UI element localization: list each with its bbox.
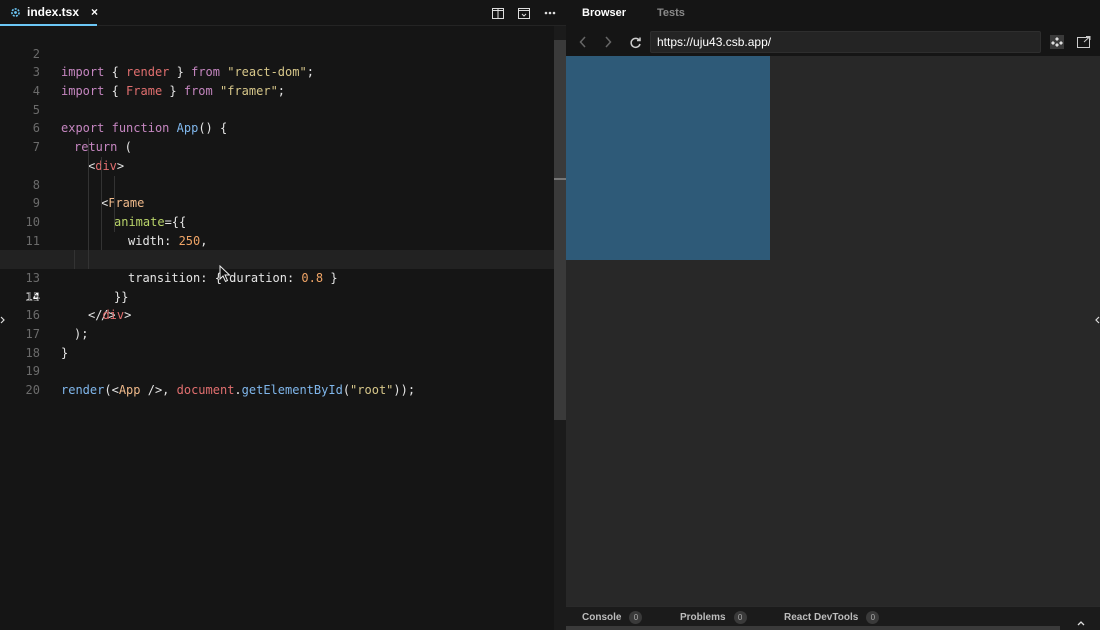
back-arrow-icon[interactable] [575,34,591,50]
code-line: 12 transition: { duration: 0.8 } [0,212,554,285]
chevron-left-icon[interactable] [1094,310,1100,324]
code-line: 8 <Frame [0,138,554,210]
code-editor: index.tsx × 2 import { render } from "re… [0,0,566,630]
tab-label: index.tsx [27,5,80,19]
devtools-scrollbar[interactable] [566,626,1060,630]
code-line: 16 ); [0,288,554,341]
code-line: 6 return ( [0,101,554,154]
browser-nav-bar: https://uju43.csb.app/ [566,28,1100,56]
split-editor-icon[interactable] [490,5,506,21]
code-line: 4 [0,63,554,98]
code-line: 3 import { Frame } from "framer"; [0,45,554,98]
code-line: 20 [0,362,554,397]
animated-frame-box [566,56,770,260]
browser-preview-pane: Browser Tests https://uju43.csb.app/ Con… [566,0,1100,630]
code-line: 7 <div> [0,119,554,173]
code-text: render(<App />, document.getElementById(… [61,383,416,398]
code-line: 15 </div> [0,269,554,323]
editor-scrollbar-thumb[interactable] [554,40,566,420]
code-line: 17 } [0,306,554,360]
code-line: 19 render(<App />, document.getElementBy… [0,344,554,397]
tab-tests[interactable]: Tests [657,7,685,19]
code-line: 10 width: 250, [0,175,554,248]
mouse-pointer-icon [219,264,231,283]
count-badge: 0 [733,611,747,624]
code-line: 2 import { render } from "react-dom"; [0,26,554,80]
more-icon[interactable] [542,5,558,21]
code-line: 11 height: 250, [0,194,554,266]
editor-tab-bar: index.tsx × [0,0,566,26]
open-preview-icon[interactable] [516,5,532,21]
code-line: 13 }} [0,231,554,304]
tab-browser[interactable]: Browser [582,7,626,19]
preview-viewport[interactable] [566,56,1100,606]
chevron-right-icon[interactable] [0,310,6,324]
react-devtools-tab[interactable]: React DevTools 0 [784,611,880,624]
scrollbar-cursor-marker [554,178,566,180]
line-number: 20 [25,383,40,398]
problems-tab[interactable]: Problems 0 [680,611,747,624]
tab-index-tsx[interactable]: index.tsx × [0,0,98,26]
close-icon[interactable]: × [91,5,98,19]
open-external-icon[interactable] [1076,34,1092,50]
chevron-up-icon[interactable] [1076,613,1086,626]
count-badge: 0 [866,611,880,624]
code-line: 9 animate={{ [0,156,554,229]
url-field[interactable]: https://uju43.csb.app/ [650,31,1041,53]
forward-arrow-icon[interactable] [600,34,616,50]
settings-gear-icon [10,7,21,18]
code-line: 18 [0,325,554,360]
count-badge: 0 [629,611,643,624]
console-tab[interactable]: Console 0 [582,611,643,624]
reload-icon[interactable] [627,34,643,50]
code-area[interactable]: 2 import { render } from "react-dom"; 3 … [0,26,554,630]
code-line-active: 14 /> [0,250,554,322]
browser-tab-bar: Browser Tests [566,0,1100,28]
extension-icon[interactable] [1049,34,1065,50]
code-line: 5 export function App() { [0,82,554,136]
